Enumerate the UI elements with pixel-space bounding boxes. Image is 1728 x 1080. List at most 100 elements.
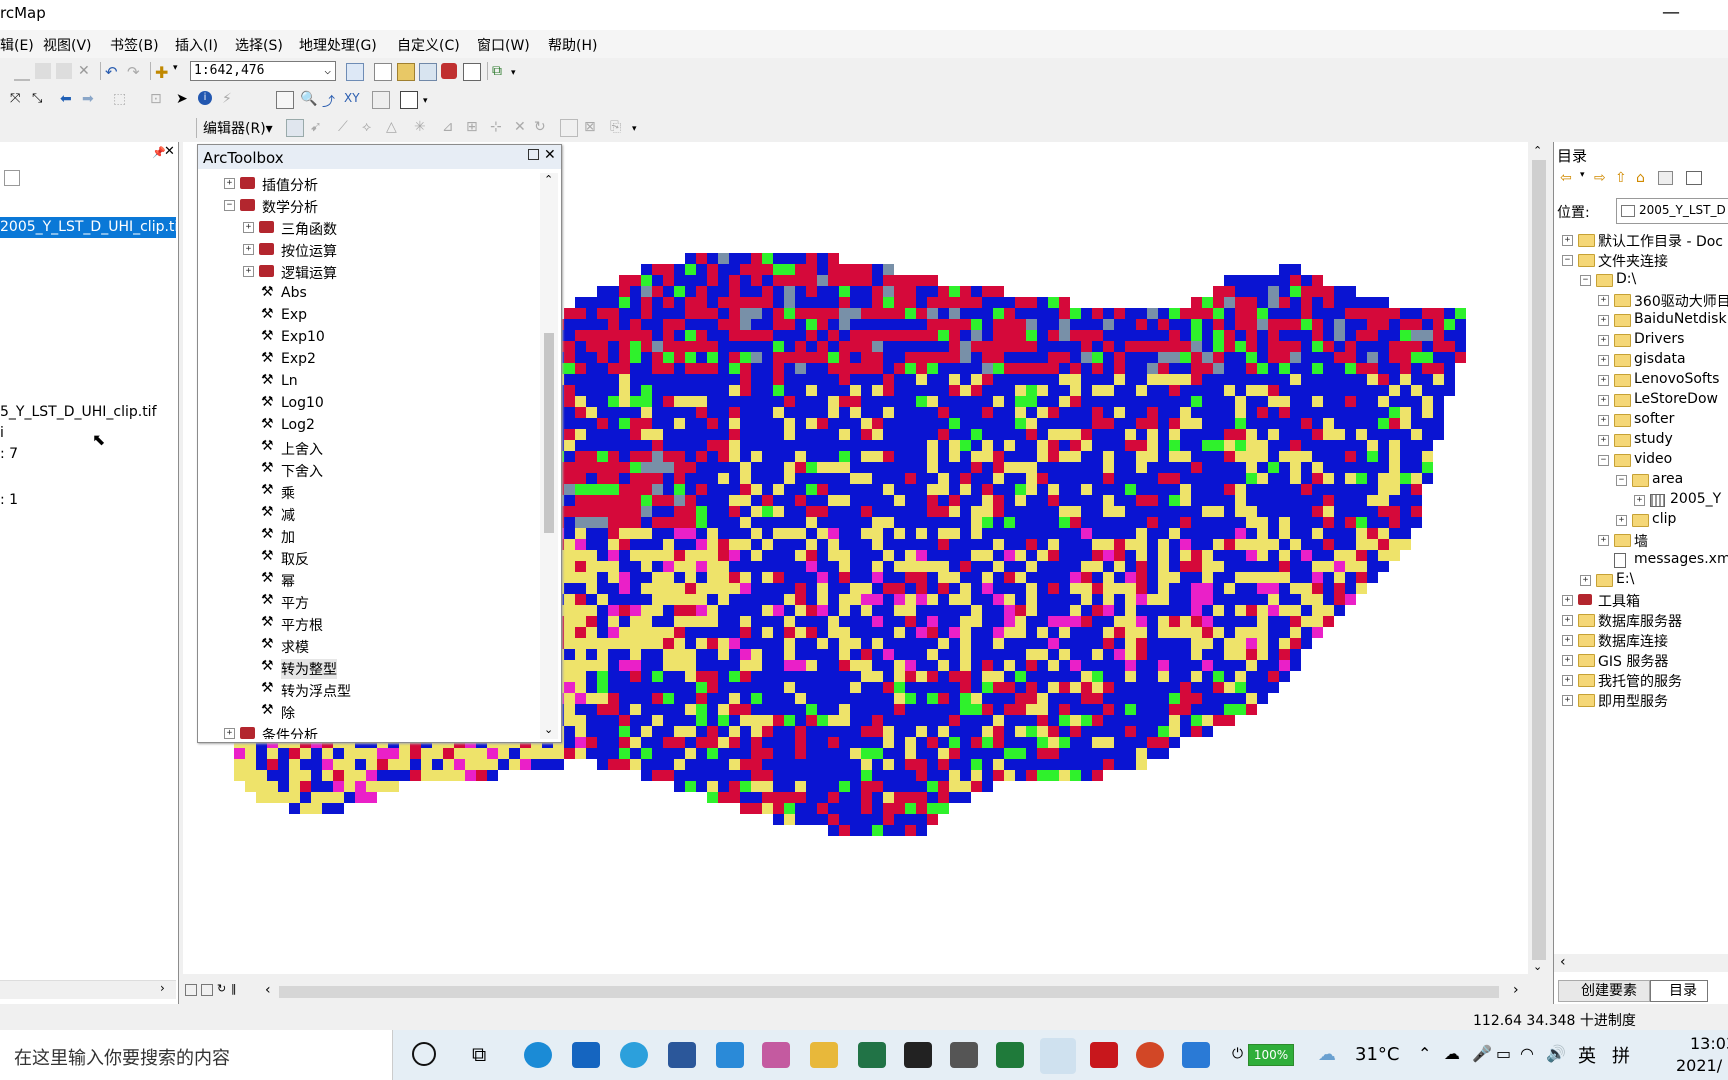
expand-icon[interactable]: + bbox=[243, 266, 254, 277]
route-icon[interactable]: ⤴ bbox=[322, 91, 338, 110]
tool-node[interactable]: ⚒ Exp2 bbox=[198, 349, 538, 371]
toolbar-options-icon[interactable]: ▾ bbox=[423, 96, 439, 112]
rotate-tool-icon[interactable]: ↻ bbox=[534, 119, 550, 135]
find-icon[interactable]: 🔍 bbox=[300, 91, 317, 107]
catalog-node[interactable]: + 数据库连接 bbox=[1554, 630, 1728, 650]
point-icon[interactable]: △ bbox=[386, 119, 402, 135]
menu-help[interactable]: 帮助(H) bbox=[548, 35, 597, 55]
expand-icon[interactable]: + bbox=[1562, 635, 1573, 646]
fixed-zoom-out-icon[interactable]: ⤡ bbox=[32, 91, 48, 107]
map-vertical-scrollbar[interactable]: ⌃ ⌄ bbox=[1528, 142, 1550, 974]
menu-selection[interactable]: 选择(S) bbox=[235, 35, 283, 55]
model-builder-icon[interactable]: ⧉ bbox=[492, 63, 508, 79]
catalog-node[interactable]: + 默认工作目录 - Doc bbox=[1554, 230, 1728, 250]
tool-node[interactable]: ⚒ 取反 bbox=[198, 547, 538, 569]
photos-icon[interactable] bbox=[1182, 1042, 1210, 1068]
browser-icon[interactable] bbox=[620, 1042, 648, 1068]
expand-icon[interactable]: + bbox=[1598, 535, 1609, 546]
power-plug-icon[interactable]: ⏻ bbox=[1232, 1046, 1243, 1062]
tool-node[interactable]: ⚒ 幂 bbox=[198, 569, 538, 591]
arcmap-icon[interactable] bbox=[950, 1042, 978, 1068]
menu-windows[interactable]: 窗口(W) bbox=[477, 35, 530, 55]
fixed-zoom-in-icon[interactable]: ⤧ bbox=[10, 91, 26, 107]
up-one-level-icon[interactable]: ⇧ bbox=[1615, 170, 1627, 186]
tool-node[interactable]: ⚒ 平方 bbox=[198, 591, 538, 613]
mail-icon[interactable] bbox=[572, 1042, 600, 1068]
cut-polygons-icon[interactable]: ⊞ bbox=[466, 119, 482, 135]
menu-geoprocessing[interactable]: 地理处理(G) bbox=[299, 35, 377, 55]
selected-layer[interactable]: 2005_Y_LST_D_UHI_clip.ti bbox=[0, 217, 176, 238]
toolset-node[interactable]: + 条件分析 bbox=[198, 723, 538, 739]
ime-language[interactable]: 英 bbox=[1578, 1042, 1596, 1068]
tool-node[interactable]: ⚒ 上舍入 bbox=[198, 437, 538, 459]
device-icon[interactable]: ▭ bbox=[1496, 1044, 1511, 1063]
ime-mode[interactable]: 拼 bbox=[1612, 1042, 1630, 1068]
expand-icon[interactable]: + bbox=[1562, 595, 1573, 606]
tool-node[interactable]: ⚒ 乘 bbox=[198, 481, 538, 503]
grid-view-icon[interactable] bbox=[1686, 171, 1702, 185]
catalog-node[interactable]: + 墙 bbox=[1554, 530, 1728, 550]
toolset-node[interactable]: + 按位运算 bbox=[198, 239, 538, 261]
straight-segment-icon[interactable]: ⟋ bbox=[338, 119, 354, 135]
toolbox-vertical-scrollbar[interactable]: ⌃ ⌄ bbox=[540, 173, 558, 739]
active-app-icon[interactable] bbox=[1040, 1038, 1076, 1074]
menu-edit[interactable]: 辑(E) bbox=[0, 35, 34, 55]
select-features-icon[interactable]: ⬚ bbox=[113, 91, 129, 107]
expand-icon[interactable]: + bbox=[1598, 395, 1609, 406]
catalog-node[interactable]: + clip bbox=[1554, 510, 1728, 530]
catalog-node[interactable]: + LeStoreDow bbox=[1554, 390, 1728, 410]
sketch-properties-icon[interactable]: ⊠ bbox=[584, 119, 600, 135]
chevron-down-icon[interactable]: ▾ bbox=[1580, 170, 1585, 180]
tool-node[interactable]: ⚒ Abs bbox=[198, 283, 538, 305]
catalog-node[interactable]: messages.xm bbox=[1554, 550, 1728, 570]
expand-icon[interactable]: + bbox=[1562, 695, 1573, 706]
expand-icon[interactable]: + bbox=[1598, 415, 1609, 426]
catalog-node[interactable]: + 我托管的服务 bbox=[1554, 670, 1728, 690]
expand-icon[interactable]: + bbox=[1562, 615, 1573, 626]
delete-icon[interactable]: ✕ bbox=[78, 63, 94, 79]
catalog-node[interactable]: + study bbox=[1554, 430, 1728, 450]
powerpoint-icon[interactable] bbox=[1136, 1042, 1164, 1068]
menu-view[interactable]: 视图(V) bbox=[43, 35, 92, 55]
scroll-right-icon[interactable]: › bbox=[1513, 982, 1519, 998]
expand-icon[interactable]: + bbox=[1562, 235, 1573, 246]
tool-node[interactable]: ⚒ 减 bbox=[198, 503, 538, 525]
collapse-icon[interactable]: − bbox=[224, 200, 235, 211]
clock-date[interactable]: 2021/ bbox=[1676, 1056, 1722, 1075]
tool-node[interactable]: ⚒ 转为整型 bbox=[198, 657, 538, 679]
cut-icon[interactable] bbox=[14, 63, 30, 81]
scroll-right-icon[interactable]: › bbox=[160, 981, 165, 995]
tool-node[interactable]: ⚒ 转为浮点型 bbox=[198, 679, 538, 701]
excel-icon[interactable] bbox=[858, 1042, 886, 1068]
viewer-window-icon[interactable] bbox=[400, 91, 418, 109]
catalog-window-icon[interactable] bbox=[397, 63, 415, 81]
collapse-icon[interactable]: − bbox=[1598, 455, 1609, 466]
back-icon[interactable]: ⇦ bbox=[1560, 170, 1572, 186]
catalog-node[interactable]: + 工具箱 bbox=[1554, 590, 1728, 610]
paste-icon[interactable] bbox=[56, 63, 72, 79]
chevron-up-icon[interactable]: ⌃ bbox=[1418, 1044, 1431, 1063]
collapse-icon[interactable]: − bbox=[1616, 475, 1627, 486]
smart-icon[interactable] bbox=[996, 1042, 1024, 1068]
catalog-node[interactable]: + GIS 服务器 bbox=[1554, 650, 1728, 670]
scroll-thumb[interactable] bbox=[279, 986, 1499, 998]
editor-toolbar-icon[interactable] bbox=[346, 63, 364, 81]
catalog-node[interactable]: + Drivers bbox=[1554, 330, 1728, 350]
undo-icon[interactable]: ↶ bbox=[105, 63, 121, 81]
search-window-icon[interactable] bbox=[419, 63, 437, 81]
onedrive-icon[interactable]: ☁ bbox=[1444, 1044, 1460, 1063]
arctoolbox-title-bar[interactable]: ArcToolbox ✕ bbox=[198, 145, 561, 169]
catalog-node[interactable]: + E:\ bbox=[1554, 570, 1728, 590]
close-icon[interactable]: ✕ bbox=[164, 144, 175, 159]
edge-icon[interactable] bbox=[524, 1042, 552, 1068]
catalog-node[interactable]: + softer bbox=[1554, 410, 1728, 430]
map-horizontal-scrollbar[interactable]: ↻ ‖ ‹ › bbox=[183, 982, 1528, 1002]
expand-icon[interactable]: + bbox=[1616, 515, 1627, 526]
toolset-node[interactable]: + 逻辑运算 bbox=[198, 261, 538, 283]
file-explorer-icon[interactable] bbox=[810, 1042, 838, 1068]
forward-icon[interactable]: ⇨ bbox=[1594, 170, 1606, 186]
scroll-thumb[interactable] bbox=[1532, 160, 1546, 960]
microphone-icon[interactable]: 🎤 bbox=[1472, 1044, 1492, 1063]
toolbar-options-icon[interactable]: ▾ bbox=[632, 124, 648, 140]
scroll-left-icon[interactable]: ‹ bbox=[265, 982, 271, 998]
